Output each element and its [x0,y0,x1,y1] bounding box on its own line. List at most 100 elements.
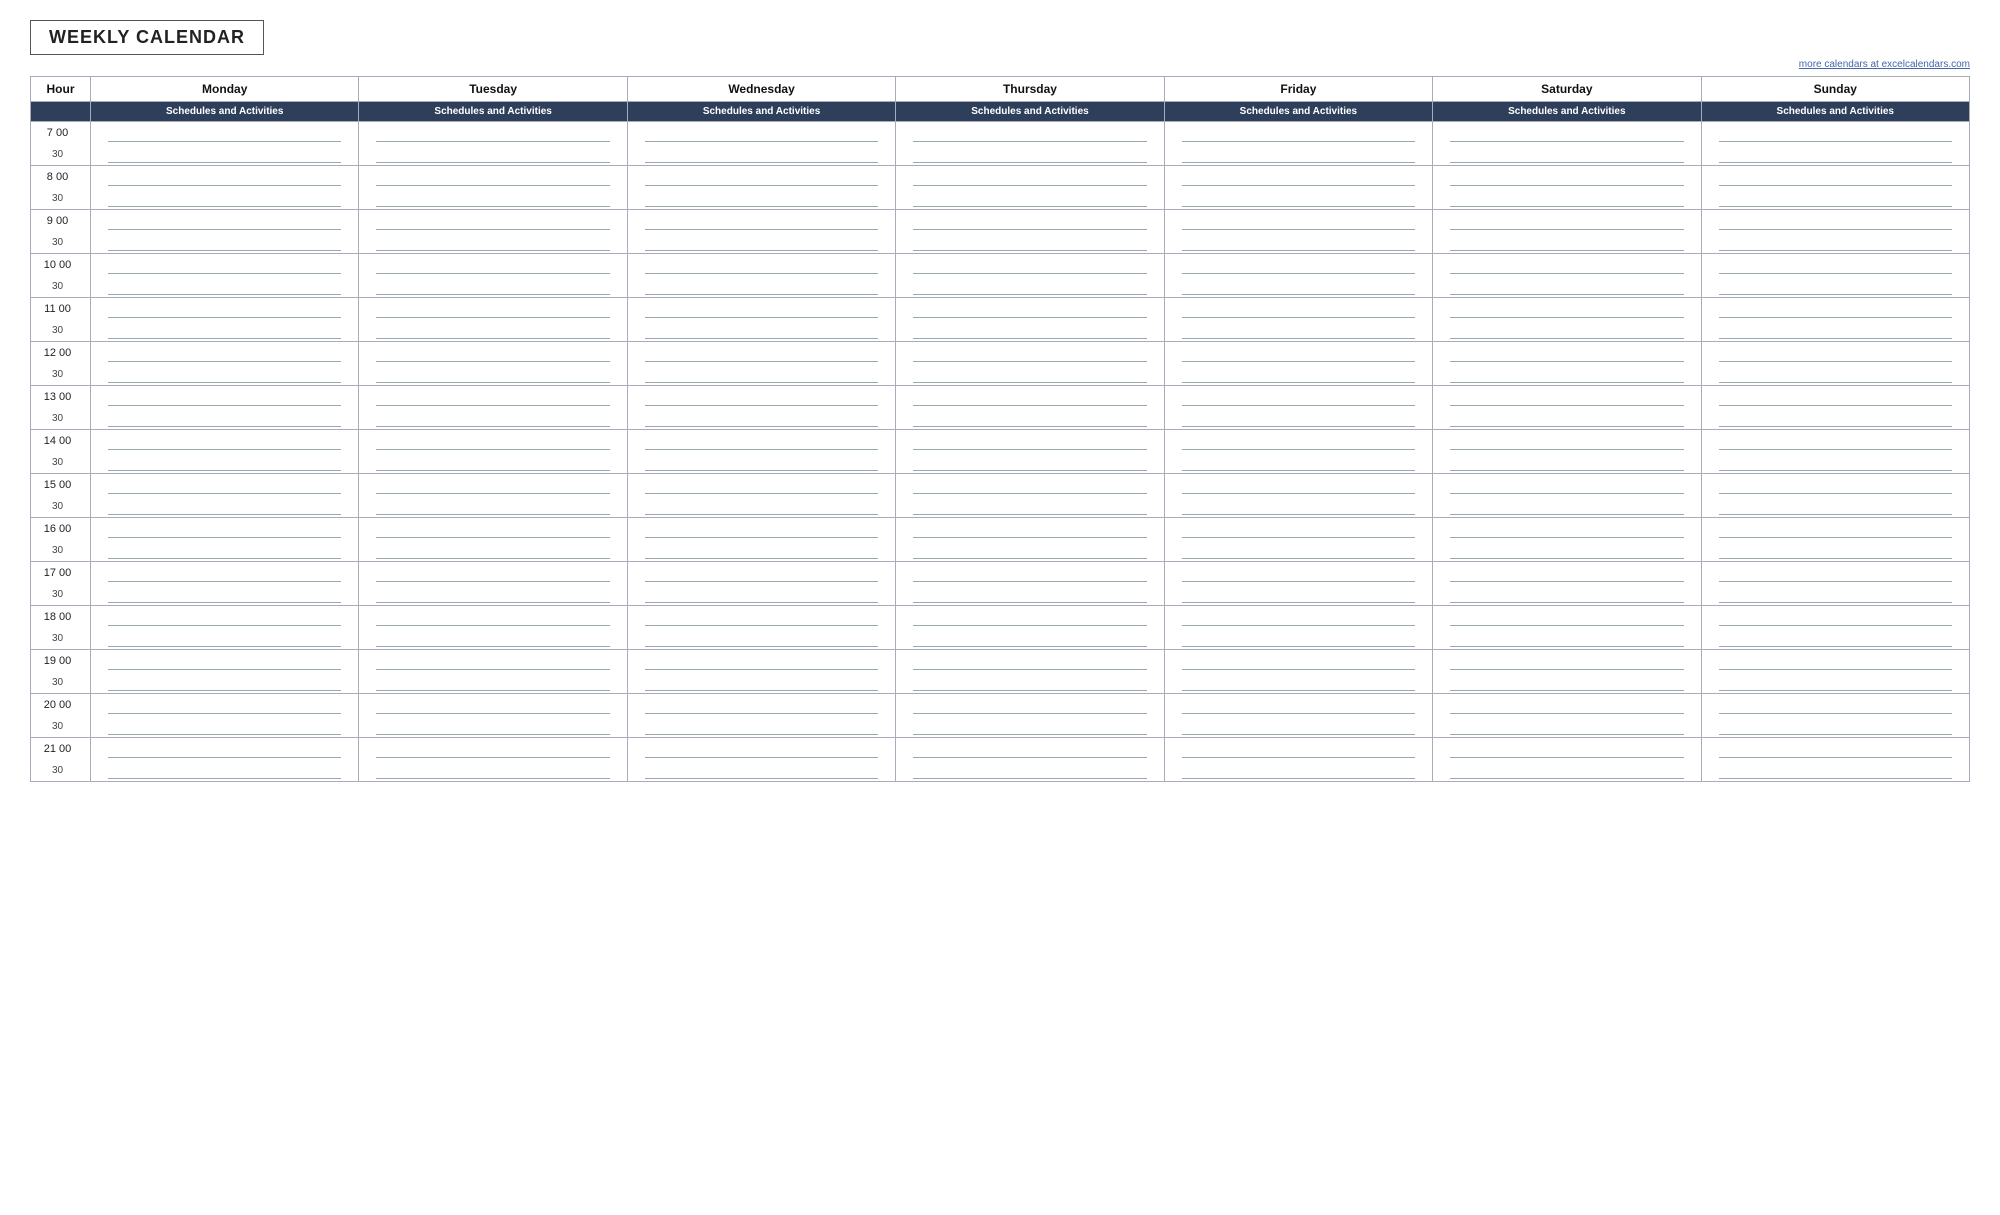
schedule-cell[interactable] [359,430,627,452]
schedule-cell[interactable] [91,760,359,782]
schedule-cell[interactable] [1433,584,1701,606]
schedule-cell[interactable] [896,562,1164,584]
schedule-cell[interactable] [1433,298,1701,320]
schedule-cell[interactable] [91,320,359,342]
schedule-cell[interactable] [1433,474,1701,496]
schedule-cell[interactable] [1164,188,1432,210]
schedule-cell[interactable] [1164,408,1432,430]
schedule-cell[interactable] [1164,606,1432,628]
schedule-cell[interactable] [359,650,627,672]
schedule-cell[interactable] [627,738,895,760]
schedule-cell[interactable] [627,452,895,474]
schedule-cell[interactable] [1164,232,1432,254]
schedule-cell[interactable] [91,254,359,276]
schedule-cell[interactable] [1164,430,1432,452]
schedule-cell[interactable] [1701,298,1969,320]
schedule-cell[interactable] [627,254,895,276]
schedule-cell[interactable] [1433,166,1701,188]
schedule-cell[interactable] [896,760,1164,782]
schedule-cell[interactable] [1701,584,1969,606]
schedule-cell[interactable] [627,320,895,342]
schedule-cell[interactable] [91,298,359,320]
schedule-cell[interactable] [896,452,1164,474]
schedule-cell[interactable] [896,672,1164,694]
schedule-cell[interactable] [1701,144,1969,166]
schedule-cell[interactable] [1433,562,1701,584]
schedule-cell[interactable] [1433,210,1701,232]
schedule-cell[interactable] [359,584,627,606]
schedule-cell[interactable] [91,430,359,452]
schedule-cell[interactable] [627,188,895,210]
schedule-cell[interactable] [896,650,1164,672]
schedule-cell[interactable] [1433,628,1701,650]
schedule-cell[interactable] [359,562,627,584]
schedule-cell[interactable] [896,320,1164,342]
schedule-cell[interactable] [896,606,1164,628]
schedule-cell[interactable] [627,408,895,430]
schedule-cell[interactable] [359,408,627,430]
schedule-cell[interactable] [896,694,1164,716]
schedule-cell[interactable] [627,628,895,650]
schedule-cell[interactable] [359,452,627,474]
schedule-cell[interactable] [1701,518,1969,540]
schedule-cell[interactable] [359,144,627,166]
schedule-cell[interactable] [896,738,1164,760]
schedule-cell[interactable] [896,144,1164,166]
schedule-cell[interactable] [91,342,359,364]
schedule-cell[interactable] [359,210,627,232]
schedule-cell[interactable] [1701,606,1969,628]
schedule-cell[interactable] [1164,562,1432,584]
schedule-cell[interactable] [1433,430,1701,452]
schedule-cell[interactable] [1164,276,1432,298]
schedule-cell[interactable] [359,166,627,188]
schedule-cell[interactable] [1433,364,1701,386]
schedule-cell[interactable] [1164,672,1432,694]
schedule-cell[interactable] [1701,430,1969,452]
schedule-cell[interactable] [1701,210,1969,232]
schedule-cell[interactable] [896,166,1164,188]
schedule-cell[interactable] [627,584,895,606]
schedule-cell[interactable] [627,760,895,782]
schedule-cell[interactable] [91,562,359,584]
schedule-cell[interactable] [896,518,1164,540]
schedule-cell[interactable] [359,760,627,782]
schedule-cell[interactable] [1701,562,1969,584]
schedule-cell[interactable] [359,232,627,254]
schedule-cell[interactable] [359,672,627,694]
schedule-cell[interactable] [1701,364,1969,386]
schedule-cell[interactable] [627,144,895,166]
schedule-cell[interactable] [91,584,359,606]
schedule-cell[interactable] [1433,738,1701,760]
schedule-cell[interactable] [91,188,359,210]
schedule-cell[interactable] [1433,144,1701,166]
schedule-cell[interactable] [91,408,359,430]
schedule-cell[interactable] [1164,122,1432,144]
schedule-cell[interactable] [1164,738,1432,760]
schedule-cell[interactable] [1701,474,1969,496]
schedule-cell[interactable] [896,188,1164,210]
schedule-cell[interactable] [359,694,627,716]
schedule-cell[interactable] [1701,166,1969,188]
schedule-cell[interactable] [896,210,1164,232]
schedule-cell[interactable] [91,276,359,298]
schedule-cell[interactable] [1701,738,1969,760]
schedule-cell[interactable] [627,232,895,254]
schedule-cell[interactable] [1701,452,1969,474]
schedule-cell[interactable] [359,320,627,342]
schedule-cell[interactable] [896,584,1164,606]
schedule-cell[interactable] [1164,144,1432,166]
schedule-cell[interactable] [1701,496,1969,518]
schedule-cell[interactable] [627,496,895,518]
schedule-cell[interactable] [1164,628,1432,650]
schedule-cell[interactable] [1164,694,1432,716]
schedule-cell[interactable] [359,738,627,760]
schedule-cell[interactable] [359,540,627,562]
schedule-cell[interactable] [91,650,359,672]
schedule-cell[interactable] [1433,342,1701,364]
schedule-cell[interactable] [896,474,1164,496]
schedule-cell[interactable] [896,430,1164,452]
schedule-cell[interactable] [91,518,359,540]
schedule-cell[interactable] [1164,386,1432,408]
schedule-cell[interactable] [627,386,895,408]
schedule-cell[interactable] [1164,716,1432,738]
